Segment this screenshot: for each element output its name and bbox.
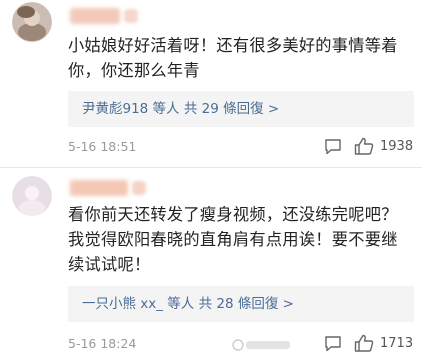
reply-summary[interactable]: 一只小熊 xx_ 等人 共 28 條回復 > — [68, 286, 414, 322]
username-blurred[interactable] — [70, 180, 128, 196]
thumbs-up-icon[interactable] — [354, 137, 374, 159]
timestamp: 5-16 18:24 — [68, 336, 137, 351]
like-count: 1713 — [380, 336, 414, 351]
like-count: 1938 — [380, 139, 414, 154]
comment-text: 看你前天还转发了瘦身视频，还没练完呢吧？我觉得欧阳春晓的直角肩有点用诶！要不要继… — [68, 205, 398, 274]
watermark — [232, 338, 292, 355]
member-badge — [124, 9, 138, 23]
comment-1: 小姑娘好好活着呀！还有很多美好的事情等着你，你还那么年青 尹黄彪918 等人 共… — [0, 0, 422, 170]
timestamp: 5-16 18:51 — [68, 139, 137, 154]
comment-bubble-icon[interactable] — [324, 335, 342, 356]
thumbs-up-icon[interactable] — [354, 334, 374, 356]
comment-bubble-icon[interactable] — [324, 138, 342, 159]
reply-summary[interactable]: 尹黄彪918 等人 共 29 條回復 > — [68, 91, 414, 127]
reply-summary-text[interactable]: 尹黄彪918 等人 共 29 條回復 > — [82, 100, 279, 118]
avatar[interactable] — [12, 2, 52, 42]
avatar[interactable] — [12, 176, 52, 216]
comment-2: 看你前天还转发了瘦身视频，还没练完呢吧？我觉得欧阳春晓的直角肩有点用诶！要不要继… — [0, 168, 422, 361]
reply-summary-text[interactable]: 一只小熊 xx_ 等人 共 28 條回復 > — [82, 295, 294, 313]
username-blurred[interactable] — [70, 8, 120, 24]
member-badge — [132, 181, 146, 195]
comment-text: 小姑娘好好活着呀！还有很多美好的事情等着你，你还那么年青 — [68, 36, 398, 80]
